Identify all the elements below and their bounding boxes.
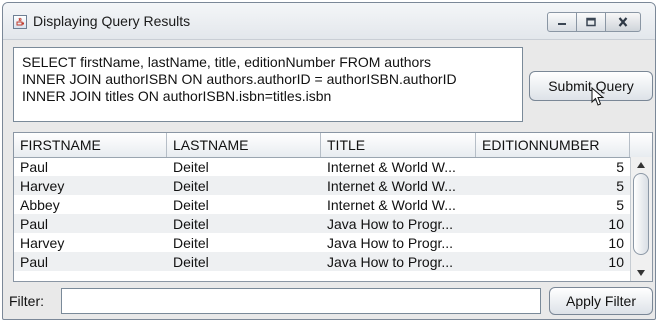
cell-editionnumber: 10 [608,216,624,232]
column-header-editionnumber[interactable]: EDITIONNUMBER [476,133,630,157]
table-row[interactable]: Harvey Deitel Internet & World W... 5 [14,176,630,195]
query-line: INNER JOIN titles ON authorISBN.isbn=tit… [22,88,332,104]
minimize-button[interactable] [547,12,577,32]
table-body: Paul Deitel Internet & World W... 5 Harv… [14,157,630,271]
maximize-button[interactable] [576,12,606,32]
column-header-firstname[interactable]: FIRSTNAME [14,133,167,157]
cell-firstname: Harvey [20,178,65,194]
vertical-scrollbar[interactable] [630,157,652,281]
apply-filter-button[interactable]: Apply Filter [549,287,653,315]
cell-editionnumber: 5 [616,159,624,175]
scrollbar-thumb[interactable] [633,173,649,255]
query-textarea[interactable]: SELECT firstName, lastName, title, editi… [13,47,523,122]
table-row[interactable]: Paul Deitel Java How to Progr... 10 [14,214,630,233]
window-controls [547,12,641,32]
column-header-title[interactable]: TITLE [321,133,476,157]
table-row[interactable]: Harvey Deitel Java How to Progr... 10 [14,233,630,252]
close-button[interactable] [605,12,641,32]
minimize-icon [558,23,566,25]
cell-lastname: Deitel [173,216,209,232]
cell-title: Internet & World W... [327,159,456,175]
cell-firstname: Paul [20,254,49,270]
app-window: Displaying Query Results SELECT firstNam… [2,2,656,320]
mouse-pointer-icon [591,87,605,106]
results-table[interactable]: FIRSTNAME LASTNAME TITLE EDITIONNUMBER P… [13,132,653,282]
cell-editionnumber: 5 [616,178,624,194]
table-row[interactable]: Abbey Deitel Internet & World W... 5 [14,195,630,214]
maximize-icon [586,17,596,27]
cell-title: Internet & World W... [327,178,456,194]
column-header-lastname[interactable]: LASTNAME [167,133,321,157]
java-cup-icon [13,15,27,29]
cell-lastname: Deitel [173,159,209,175]
scroll-up-arrow-icon[interactable] [636,161,646,169]
cell-firstname: Paul [20,159,49,175]
cell-lastname: Deitel [173,178,209,194]
cell-firstname: Harvey [20,235,65,251]
cell-firstname: Abbey [20,197,60,213]
cell-lastname: Deitel [173,254,209,270]
cell-editionnumber: 10 [608,235,624,251]
scroll-down-arrow-icon[interactable] [636,269,646,277]
cell-title: Internet & World W... [327,197,456,213]
table-row[interactable]: Paul Deitel Java How to Progr... 10 [14,252,630,271]
title-bar[interactable]: Displaying Query Results [3,3,655,40]
cell-editionnumber: 5 [616,197,624,213]
apply-filter-label: Apply Filter [565,293,637,309]
cell-title: Java How to Progr... [327,254,454,270]
window-title: Displaying Query Results [33,13,191,29]
filter-label: Filter: [9,293,44,309]
cell-firstname: Paul [20,216,49,232]
table-row[interactable]: Paul Deitel Internet & World W... 5 [14,157,630,176]
cell-lastname: Deitel [173,235,209,251]
cell-title: Java How to Progr... [327,235,454,251]
query-line: SELECT firstName, lastName, title, editi… [22,54,431,70]
cell-lastname: Deitel [173,197,209,213]
query-line: INNER JOIN authorISBN ON authors.authorI… [22,71,457,87]
cell-editionnumber: 10 [608,254,624,270]
filter-input[interactable] [61,288,541,314]
table-header: FIRSTNAME LASTNAME TITLE EDITIONNUMBER [14,133,652,158]
cell-title: Java How to Progr... [327,216,454,232]
close-icon [618,17,628,27]
